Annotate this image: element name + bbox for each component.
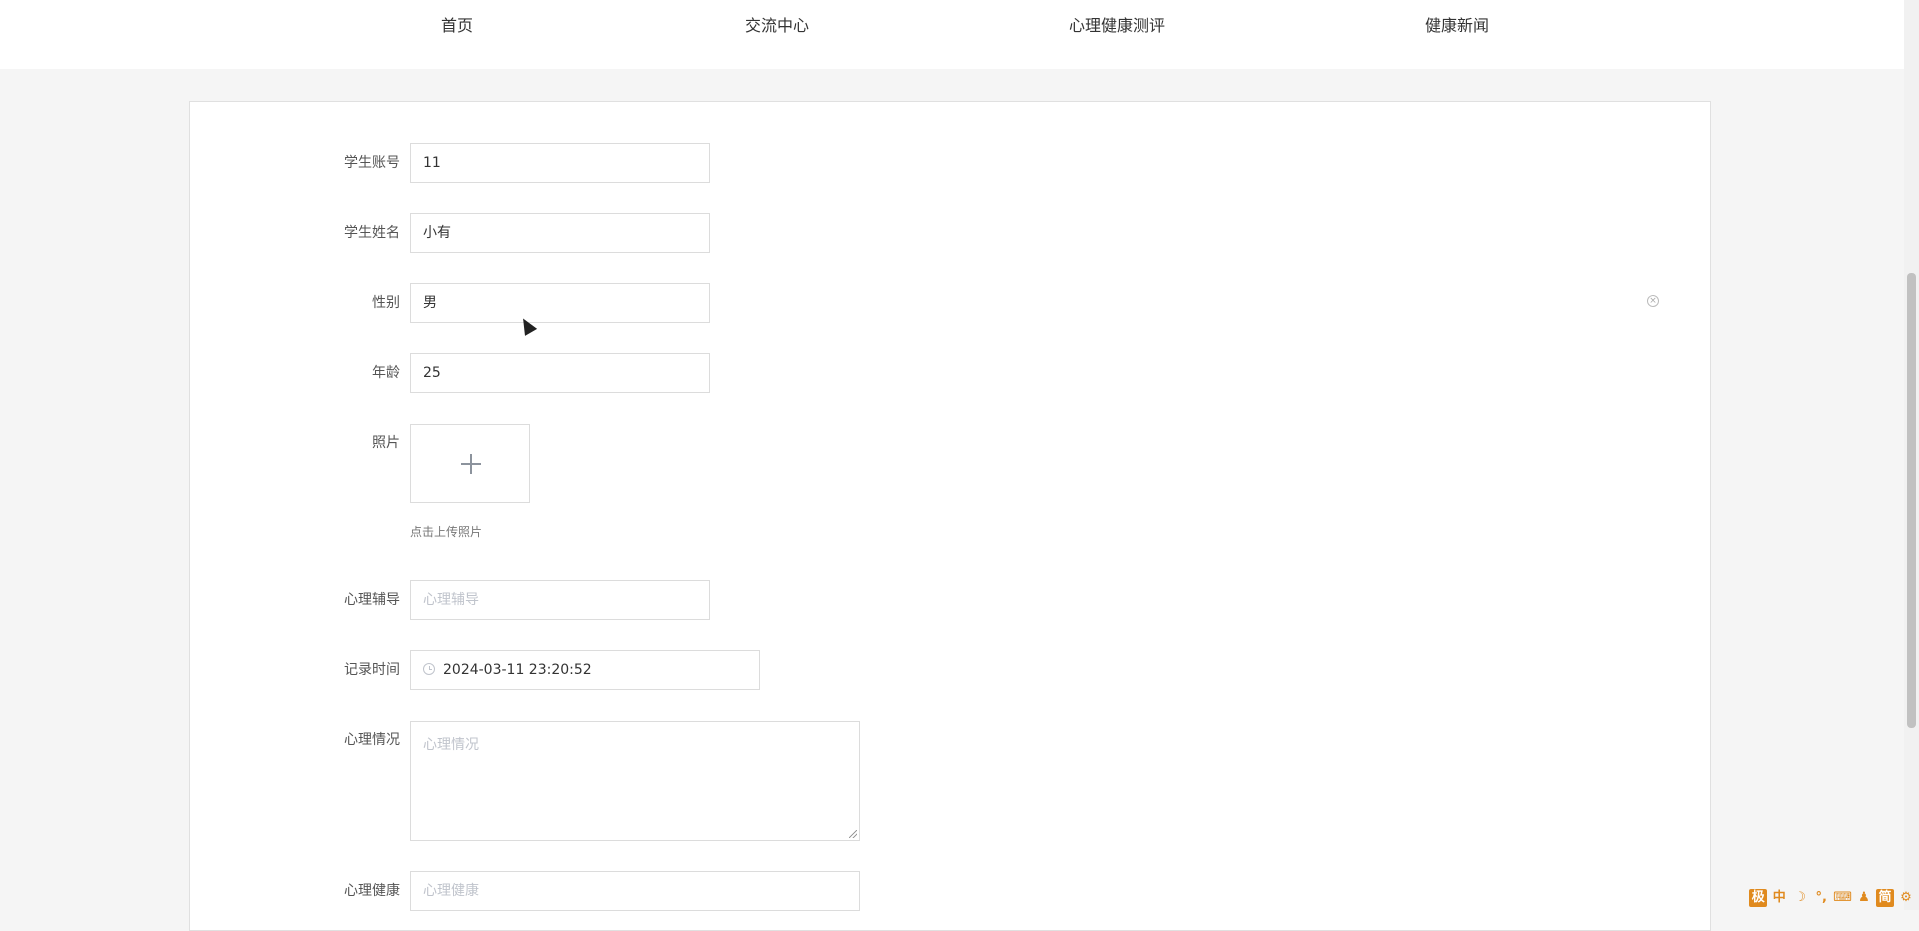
account-label: 学生账号: [344, 155, 400, 171]
health-input[interactable]: 心理健康: [410, 871, 860, 911]
name-label: 学生姓名: [344, 225, 400, 241]
age-label: 年龄: [372, 365, 400, 381]
situation-placeholder: 心理情况: [423, 737, 479, 753]
ime-user-icon[interactable]: ♟: [1855, 889, 1873, 907]
ime-logo-icon[interactable]: 极: [1749, 889, 1768, 907]
name-input[interactable]: 小有: [410, 213, 710, 253]
photo-label: 照片: [372, 435, 400, 451]
account-input[interactable]: 11: [410, 143, 710, 183]
clock-icon: [423, 663, 435, 675]
counseling-input[interactable]: 心理辅导: [410, 580, 710, 620]
nav-item-home[interactable]: 首页: [441, 16, 473, 36]
top-navigation: 首页 交流中心 心理健康测评 健康新闻: [0, 0, 1904, 69]
record-time-value: 2024-03-11 23:20:52: [443, 662, 592, 678]
plus-icon-vertical: [470, 454, 472, 474]
record-time-picker[interactable]: 2024-03-11 23:20:52: [410, 650, 760, 690]
ime-moon-icon[interactable]: ☽: [1791, 889, 1809, 907]
age-input[interactable]: 25: [410, 353, 710, 393]
ime-chinese-mode[interactable]: 中: [1770, 889, 1788, 907]
photo-upload-button[interactable]: [410, 424, 530, 503]
situation-textarea[interactable]: 心理情况: [410, 721, 860, 841]
health-label: 心理健康: [344, 883, 400, 899]
ime-toolbar: 极 中 ☽ °, ⌨ ♟ 简 ⚙: [1749, 888, 1915, 908]
nav-item-assessment[interactable]: 心理健康测评: [1069, 16, 1165, 36]
nav-item-community[interactable]: 交流中心: [745, 16, 809, 36]
page-scrollbar[interactable]: [1904, 0, 1919, 910]
gender-label: 性别: [372, 295, 400, 311]
gender-select[interactable]: 男: [410, 283, 710, 323]
counseling-label: 心理辅导: [344, 592, 400, 608]
resize-handle[interactable]: [849, 830, 857, 838]
ime-punctuation-icon[interactable]: °,: [1812, 889, 1830, 907]
ime-settings-icon[interactable]: ⚙: [1897, 889, 1915, 907]
situation-label: 心理情况: [344, 732, 400, 748]
ime-simplified-toggle[interactable]: 简: [1876, 889, 1894, 907]
nav-item-news[interactable]: 健康新闻: [1425, 16, 1489, 36]
photo-upload-hint: 点击上传照片: [410, 525, 483, 539]
record-time-label: 记录时间: [344, 662, 400, 678]
ime-keyboard-icon[interactable]: ⌨: [1833, 889, 1852, 907]
clear-icon[interactable]: ×: [1647, 295, 1659, 307]
scrollbar-thumb[interactable]: [1907, 273, 1916, 728]
